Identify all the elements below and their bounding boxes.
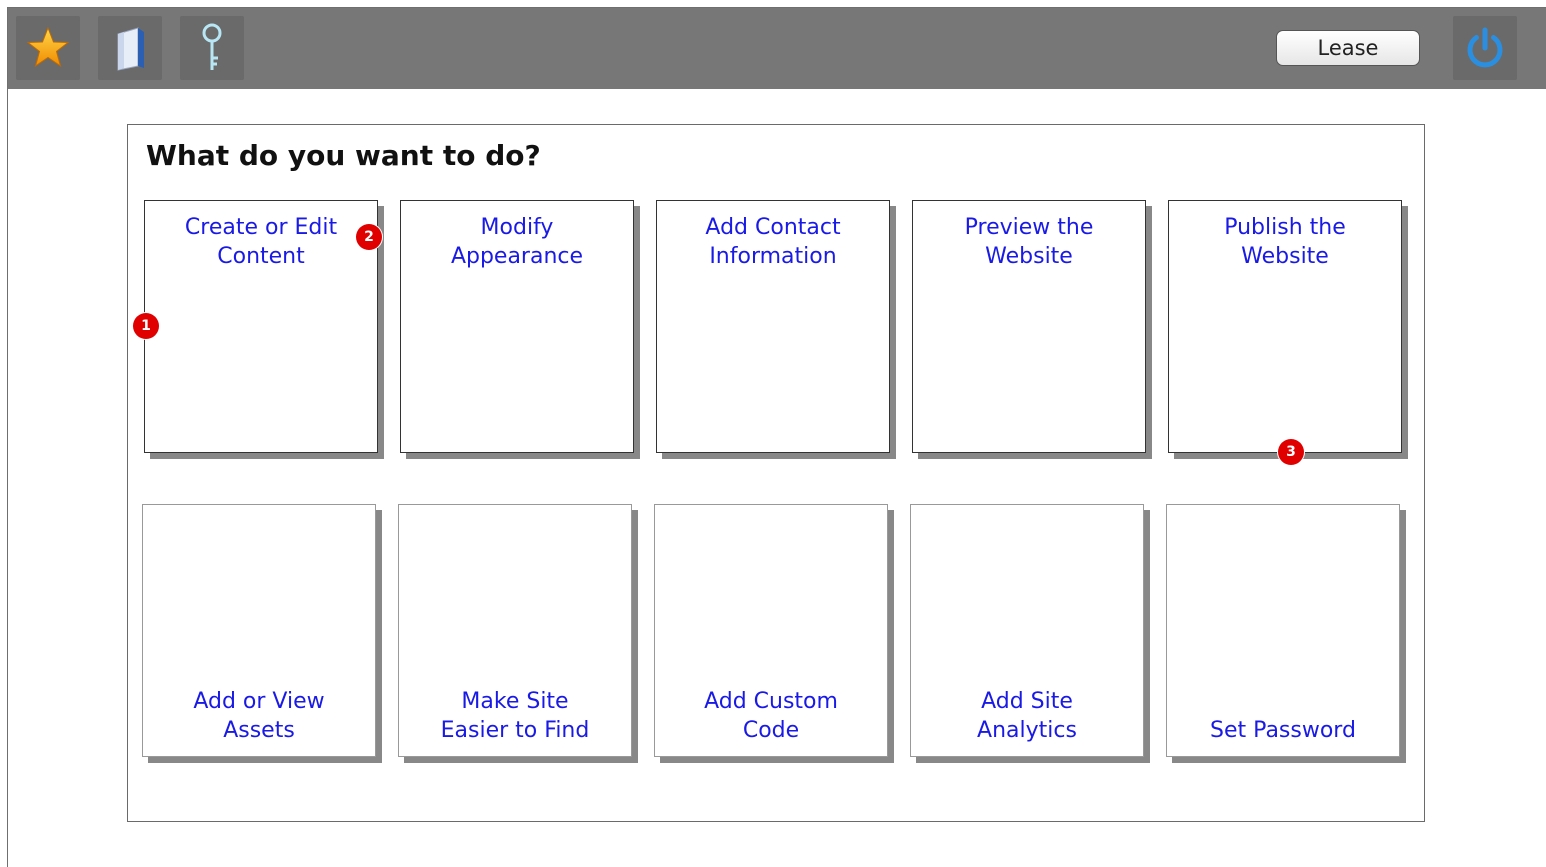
key-icon: [202, 23, 222, 70]
star-icon: [26, 26, 70, 68]
tile-label: Preview the Website: [964, 215, 1094, 269]
power-icon: [1467, 27, 1503, 68]
lease-button[interactable]: Lease: [1276, 30, 1420, 66]
tile-label: Make Site Easier to Find: [440, 689, 590, 743]
tile-label: Modify Appearance: [450, 215, 584, 269]
tile-label: Add Site Analytics: [977, 689, 1077, 743]
tile-add-custom-code[interactable]: Add Custom Code: [654, 504, 888, 757]
tile-label: Create or Edit Content: [184, 215, 338, 269]
toolbar: Lease: [8, 8, 1546, 89]
tile-publish-website[interactable]: Publish the Website: [1168, 200, 1402, 453]
tile-label: Set Password: [1210, 718, 1356, 743]
tile-set-password[interactable]: Set Password: [1166, 504, 1400, 757]
action-panel: What do you want to do? Create or Edit C…: [127, 124, 1425, 822]
tile-add-site-analytics[interactable]: Add Site Analytics: [910, 504, 1144, 757]
annotation-marker-1: 1: [133, 313, 159, 339]
password-key-button[interactable]: [180, 16, 244, 80]
tile-add-view-assets[interactable]: Add or View Assets: [142, 504, 376, 757]
library-button[interactable]: [98, 16, 162, 80]
tile-modify-appearance[interactable]: Modify Appearance: [400, 200, 634, 453]
book-icon: [117, 27, 144, 71]
tile-label: Add or View Assets: [193, 689, 325, 743]
power-button[interactable]: [1453, 16, 1517, 80]
annotation-marker-2: 2: [356, 224, 382, 250]
tile-create-edit-content[interactable]: Create or Edit Content: [144, 200, 378, 453]
tile-add-contact-information[interactable]: Add Contact Information: [656, 200, 890, 453]
tile-label: Add Contact Information: [705, 215, 841, 269]
tile-label: Add Custom Code: [704, 689, 838, 743]
tile-preview-website[interactable]: Preview the Website: [912, 200, 1146, 453]
tile-make-site-easier-to-find[interactable]: Make Site Easier to Find: [398, 504, 632, 757]
favorites-button[interactable]: [16, 16, 80, 80]
tile-label: Publish the Website: [1224, 215, 1346, 269]
annotation-marker-3: 3: [1278, 439, 1304, 465]
page-title: What do you want to do?: [146, 139, 541, 172]
